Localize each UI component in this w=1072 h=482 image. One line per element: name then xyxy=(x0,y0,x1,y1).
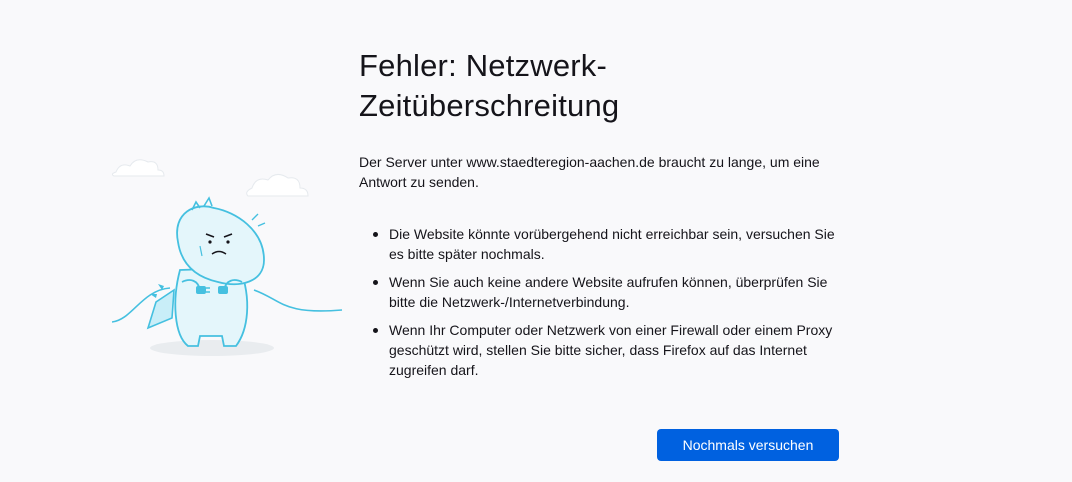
error-page: Fehler: Netzwerk-Zeitüberschreitung Der … xyxy=(0,0,1072,482)
bullet-icon xyxy=(373,232,378,237)
list-item: Wenn Ihr Computer oder Netzwerk von eine… xyxy=(373,320,837,380)
list-item: Die Website könnte vorübergehend nicht e… xyxy=(373,224,837,264)
tip-text: Wenn Ihr Computer oder Netzwerk von eine… xyxy=(389,322,833,378)
page-title: Fehler: Netzwerk-Zeitüberschreitung xyxy=(359,48,620,123)
tip-text: Wenn Sie auch keine andere Website aufru… xyxy=(389,274,828,310)
error-description: Der Server unter www.staedteregion-aache… xyxy=(359,154,820,190)
bullet-icon xyxy=(373,328,378,333)
list-item: Wenn Sie auch keine andere Website aufru… xyxy=(373,272,837,312)
bullet-icon xyxy=(373,280,378,285)
tips-list: Die Website könnte vorübergehend nicht e… xyxy=(373,224,837,388)
retry-button[interactable]: Nochmals versuchen xyxy=(657,429,839,461)
tip-text: Die Website könnte vorübergehend nicht e… xyxy=(389,226,835,262)
error-content: Fehler: Netzwerk-Zeitüberschreitung Der … xyxy=(359,46,839,378)
dino-unplugged-illustration-icon xyxy=(112,159,343,356)
